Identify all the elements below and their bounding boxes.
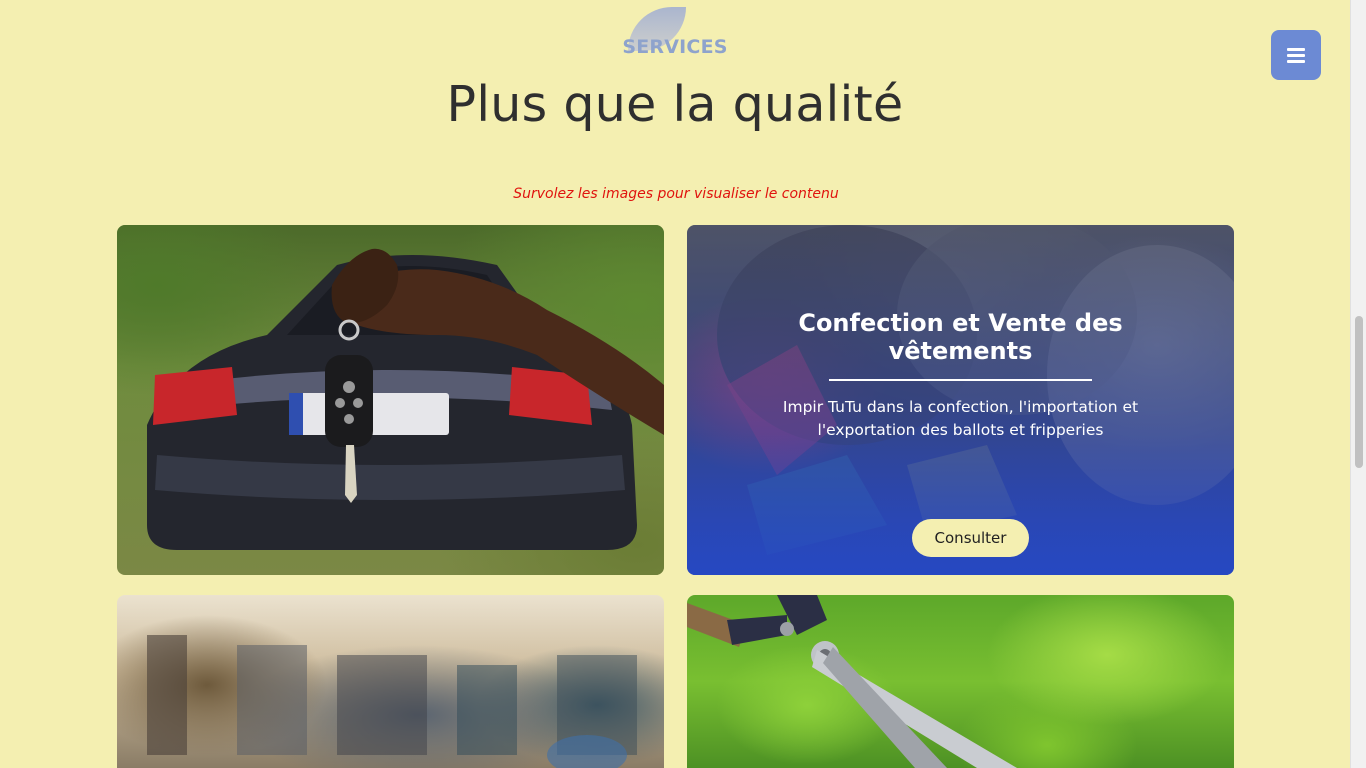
car-key-photo: [117, 225, 664, 575]
menu-button[interactable]: [1271, 30, 1321, 80]
scrollbar-thumb[interactable]: [1355, 316, 1363, 468]
service-card-car[interactable]: [117, 225, 664, 575]
hedge-shears-photo: [687, 595, 1234, 768]
service-card-garden[interactable]: [687, 595, 1234, 768]
service-card-clothing[interactable]: Confection et Vente des vêtements Impir …: [687, 225, 1234, 575]
card-title: Confection et Vente des vêtements: [798, 309, 1123, 365]
page-title: Plus que la qualité: [446, 76, 904, 133]
services-badge-label: SERVICES: [622, 36, 728, 58]
card-divider: [829, 379, 1092, 381]
hamburger-menu-icon: [1287, 48, 1305, 63]
consult-button[interactable]: Consulter: [912, 519, 1029, 557]
card-description: Impir TuTu dans la confection, l'importa…: [782, 398, 1139, 439]
hover-hint: Survolez les images pour visualiser le c…: [513, 186, 839, 202]
services-badge: SERVICES: [620, 4, 730, 58]
vertical-scrollbar[interactable]: [1350, 0, 1366, 768]
gym-photo: [117, 595, 664, 768]
service-card-gym[interactable]: [117, 595, 664, 768]
